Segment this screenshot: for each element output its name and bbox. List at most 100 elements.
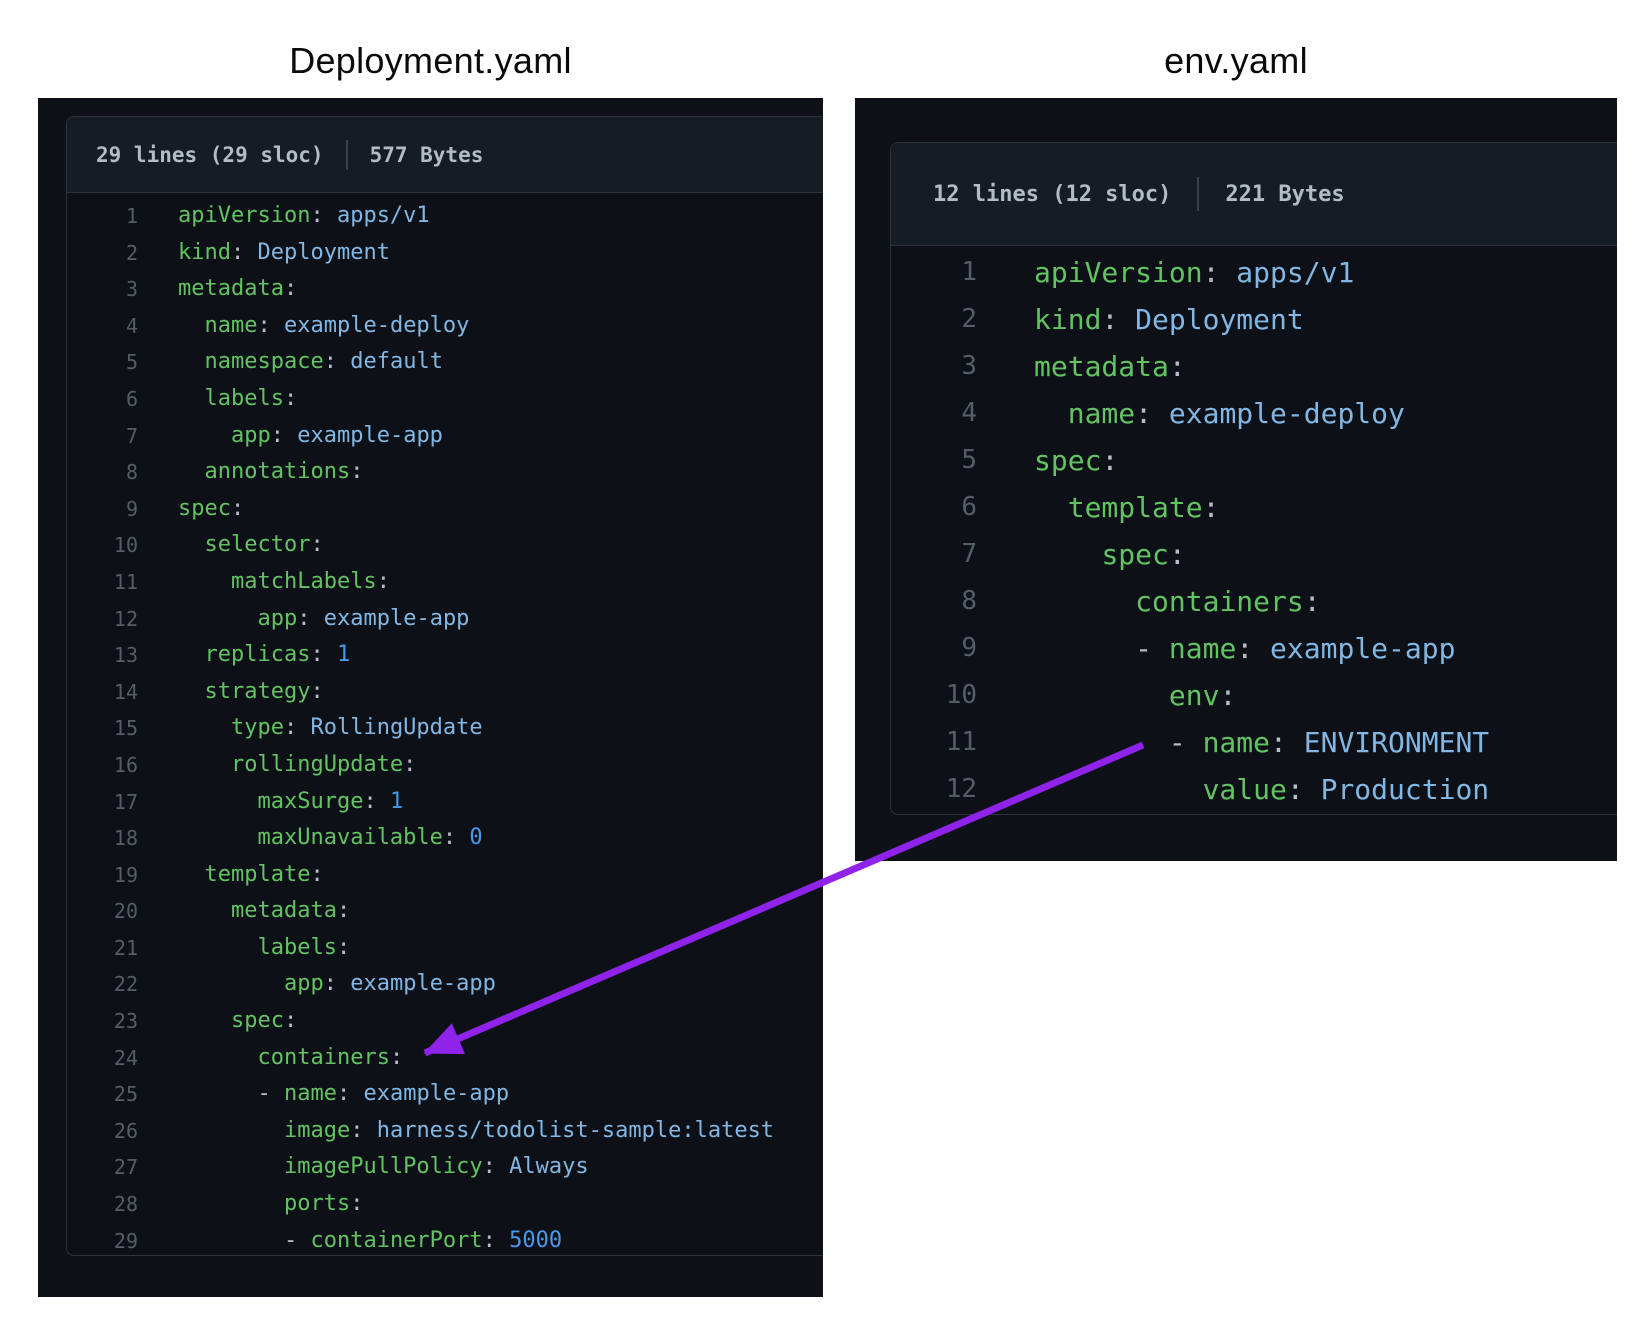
code-line: 17 maxSurge: 1 — [67, 784, 823, 821]
yaml-colon: : — [350, 1118, 363, 1143]
line-number: 17 — [67, 784, 138, 821]
code-line: 5 namespace: default — [67, 344, 823, 381]
code-line: 26 image: harness/todolist-sample:latest — [67, 1113, 823, 1150]
yaml-value: 0 — [469, 825, 482, 850]
code-line: 4 name: example-deploy — [891, 390, 1617, 437]
env-yaml-code[interactable]: 1apiVersion: apps/v12kind: Deployment3me… — [891, 246, 1617, 813]
line-number: 11 — [67, 564, 138, 601]
yaml-colon: : — [271, 423, 284, 448]
code-text: app: example-app — [138, 601, 469, 638]
yaml-colon: : — [1135, 397, 1152, 430]
yaml-colon: : — [1236, 632, 1253, 665]
code-line: 27 imagePullPolicy: Always — [67, 1149, 823, 1186]
line-number: 25 — [67, 1076, 138, 1113]
yaml-key: annotations — [205, 459, 351, 484]
yaml-colon: : — [337, 1081, 350, 1106]
code-line: 22 app: example-app — [67, 966, 823, 1003]
code-line: 3metadata: — [891, 343, 1617, 390]
code-text: selector: — [138, 527, 324, 564]
yaml-colon: : — [284, 386, 297, 411]
code-line: 3metadata: — [67, 271, 823, 308]
yaml-colon: : — [1287, 773, 1304, 806]
yaml-key: image — [284, 1118, 350, 1143]
yaml-value: apps/v1 — [1236, 256, 1354, 289]
line-number: 23 — [67, 1003, 138, 1040]
line-number: 12 — [891, 766, 977, 813]
yaml-key: metadata — [231, 898, 337, 923]
code-line: 16 rollingUpdate: — [67, 747, 823, 784]
yaml-key: metadata — [178, 276, 284, 301]
line-number: 12 — [67, 601, 138, 638]
yaml-key: metadata — [1034, 350, 1169, 383]
code-text: name: example-deploy — [138, 308, 469, 345]
yaml-dash: - — [1135, 632, 1169, 665]
yaml-colon: : — [403, 752, 416, 777]
yaml-colon: : — [310, 862, 323, 887]
yaml-key: apiVersion — [1034, 256, 1203, 289]
yaml-dash: - — [284, 1228, 311, 1253]
yaml-key: matchLabels — [231, 569, 377, 594]
yaml-key: name — [1203, 726, 1270, 759]
yaml-key: replicas — [205, 642, 311, 667]
line-number: 14 — [67, 674, 138, 711]
line-number: 11 — [891, 719, 977, 766]
line-number: 7 — [891, 531, 977, 578]
code-line: 25 - name: example-app — [67, 1076, 823, 1113]
yaml-colon: : — [1169, 350, 1186, 383]
code-text: metadata: — [977, 343, 1186, 390]
yaml-key: kind — [1034, 303, 1101, 336]
yaml-key: type — [231, 715, 284, 740]
yaml-colon: : — [350, 1191, 363, 1216]
line-number: 4 — [891, 390, 977, 437]
code-text: kind: Deployment — [977, 296, 1304, 343]
yaml-colon: : — [257, 313, 270, 338]
yaml-key: containerPort — [310, 1228, 482, 1253]
code-line: 11 - name: ENVIRONMENT — [891, 719, 1617, 766]
code-line: 2kind: Deployment — [67, 235, 823, 272]
line-number: 1 — [67, 198, 138, 235]
yaml-value: apps/v1 — [337, 203, 430, 228]
code-line: 6 labels: — [67, 381, 823, 418]
yaml-colon: : — [377, 569, 390, 594]
code-line: 7 app: example-app — [67, 418, 823, 455]
yaml-value: example-app — [297, 423, 443, 448]
code-text: apiVersion: apps/v1 — [138, 198, 430, 235]
yaml-dash: - — [1169, 726, 1203, 759]
yaml-value: 1 — [390, 789, 403, 814]
yaml-value: example-app — [1270, 632, 1455, 665]
yaml-value: Deployment — [257, 240, 389, 265]
line-number: 27 — [67, 1149, 138, 1186]
code-text: spec: — [138, 1003, 297, 1040]
yaml-key: strategy — [205, 679, 311, 704]
code-line: 12 value: Production — [891, 766, 1617, 813]
line-number: 8 — [891, 578, 977, 625]
line-number: 6 — [67, 381, 138, 418]
code-line: 1apiVersion: apps/v1 — [67, 198, 823, 235]
yaml-key: env — [1169, 679, 1220, 712]
yaml-key: labels — [205, 386, 284, 411]
line-number: 28 — [67, 1186, 138, 1223]
yaml-key: value — [1203, 773, 1287, 806]
yaml-key: containers — [257, 1045, 389, 1070]
code-line: 7 spec: — [891, 531, 1617, 578]
file-size-label: 577 Bytes — [370, 143, 484, 167]
code-text: matchLabels: — [138, 564, 390, 601]
yaml-colon: : — [350, 459, 363, 484]
yaml-colon: : — [363, 789, 376, 814]
code-line: 18 maxUnavailable: 0 — [67, 820, 823, 857]
code-text: rollingUpdate: — [138, 747, 416, 784]
code-text: apiVersion: apps/v1 — [977, 249, 1354, 296]
line-number: 1 — [891, 249, 977, 296]
code-line: 23 spec: — [67, 1003, 823, 1040]
code-line: 14 strategy: — [67, 674, 823, 711]
line-number: 26 — [67, 1113, 138, 1150]
code-text: - name: example-app — [138, 1076, 509, 1113]
yaml-value: Always — [509, 1154, 588, 1179]
deployment-yaml-panel: 29 lines (29 sloc) 577 Bytes 1apiVersion… — [38, 98, 823, 1297]
code-text: name: example-deploy — [977, 390, 1405, 437]
deployment-yaml-code[interactable]: 1apiVersion: apps/v12kind: Deployment3me… — [67, 193, 823, 1259]
code-text: spec: — [977, 531, 1186, 578]
code-text: - containerPort: 5000 — [138, 1223, 562, 1260]
yaml-key: app — [257, 606, 297, 631]
yaml-key: namespace — [205, 349, 324, 374]
